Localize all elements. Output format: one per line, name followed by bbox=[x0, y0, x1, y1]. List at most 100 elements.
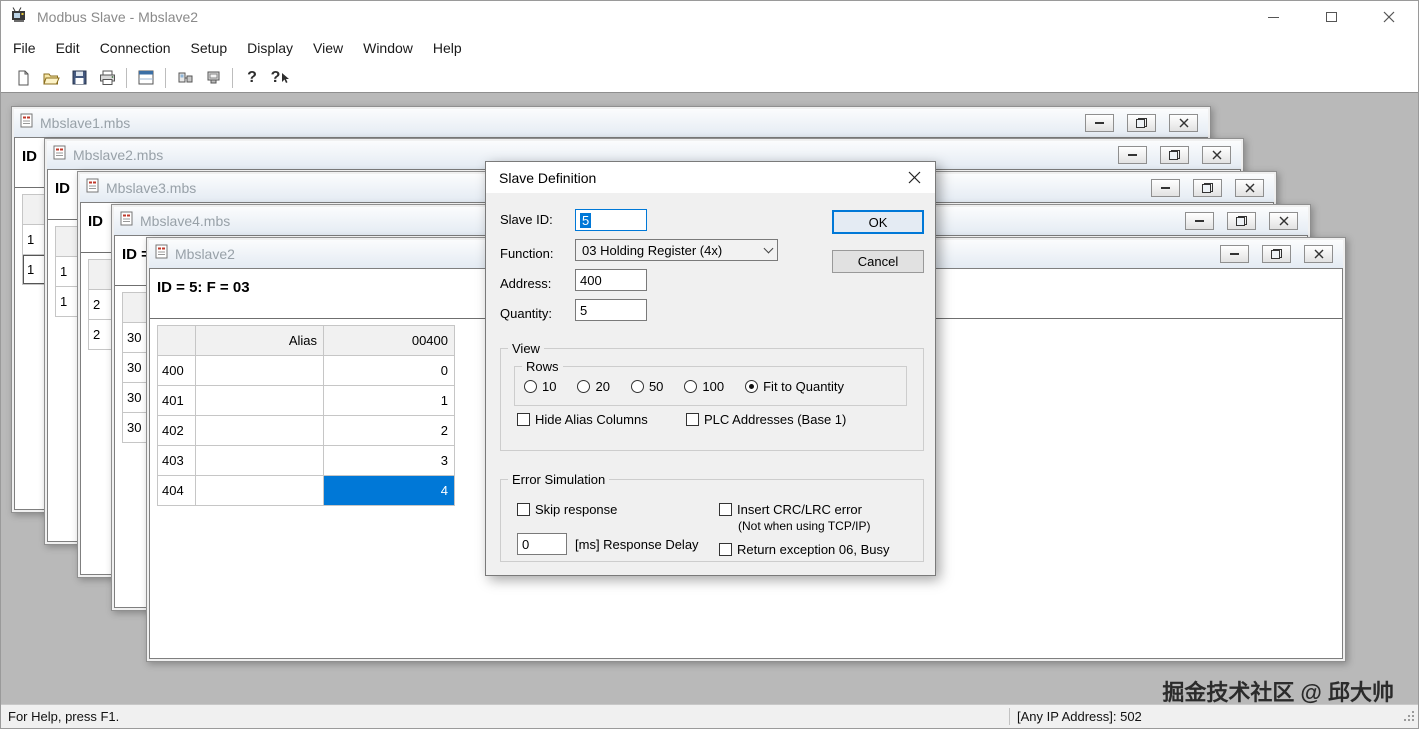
minimize-button[interactable] bbox=[1220, 245, 1249, 263]
minimize-button[interactable] bbox=[1151, 179, 1180, 197]
menu-view[interactable]: View bbox=[303, 35, 353, 61]
restore-button[interactable] bbox=[1227, 212, 1256, 230]
rows-radio-fit-to-quantity[interactable]: Fit to Quantity bbox=[745, 379, 844, 394]
maximize-icon bbox=[1325, 12, 1337, 22]
function-select[interactable]: 03 Holding Register (4x) bbox=[575, 239, 778, 261]
maximize-button[interactable] bbox=[1302, 1, 1360, 33]
minimize-button[interactable] bbox=[1085, 114, 1114, 132]
minimize-button[interactable] bbox=[1244, 1, 1302, 33]
dialog-close-button[interactable] bbox=[893, 162, 935, 193]
menu-display[interactable]: Display bbox=[237, 35, 303, 61]
minimize-button[interactable] bbox=[1118, 146, 1147, 164]
row-header[interactable]: 400 bbox=[157, 355, 196, 386]
alias-cell[interactable] bbox=[195, 355, 324, 386]
rows-radio-100[interactable]: 100 bbox=[684, 379, 724, 394]
address-input[interactable]: 400 bbox=[575, 269, 647, 291]
open-file-button[interactable] bbox=[37, 65, 65, 90]
checkbox-label: PLC Addresses (Base 1) bbox=[704, 412, 847, 427]
restore-button[interactable] bbox=[1193, 179, 1222, 197]
restore-button[interactable] bbox=[1127, 114, 1156, 132]
close-button[interactable] bbox=[1235, 179, 1264, 197]
quantity-label: Quantity: bbox=[500, 306, 553, 321]
minimize-button[interactable] bbox=[1185, 212, 1214, 230]
checkbox-label: Hide Alias Columns bbox=[535, 412, 648, 427]
app-icon bbox=[11, 6, 29, 28]
dialog-titlebar[interactable]: Slave Definition bbox=[486, 162, 935, 193]
radio-selected-icon bbox=[745, 379, 759, 393]
menu-window[interactable]: Window bbox=[353, 35, 423, 61]
value-cell[interactable]: 0 bbox=[323, 355, 455, 386]
document-icon bbox=[86, 178, 99, 198]
ok-button[interactable]: OK bbox=[832, 210, 924, 234]
communication-log-button[interactable] bbox=[199, 65, 227, 90]
rows-radio-strip: 10 20 50 100 Fit to Quantity bbox=[524, 367, 844, 405]
slave-id-value: 5 bbox=[580, 212, 592, 228]
table-row: 404 4 bbox=[157, 475, 455, 506]
restore-button[interactable] bbox=[1262, 245, 1291, 263]
app-titlebar[interactable]: Modbus Slave - Mbslave2 bbox=[1, 1, 1418, 33]
window-title: Mbslave4.mbs bbox=[140, 213, 231, 229]
print-button[interactable] bbox=[93, 65, 121, 90]
resize-grip[interactable] bbox=[1402, 709, 1416, 726]
close-button[interactable] bbox=[1202, 146, 1231, 164]
rows-radio-10[interactable]: 10 bbox=[524, 379, 556, 394]
child-titlebar[interactable]: Mbslave1.mbs bbox=[14, 109, 1208, 137]
restore-button[interactable] bbox=[1160, 146, 1189, 164]
window-title: Mbslave2 bbox=[175, 246, 235, 262]
row-header[interactable]: 403 bbox=[157, 445, 196, 476]
menu-file[interactable]: File bbox=[3, 35, 46, 61]
plc-addresses-checkbox[interactable]: PLC Addresses (Base 1) bbox=[686, 412, 846, 427]
printer-icon bbox=[99, 70, 115, 85]
alias-cell[interactable] bbox=[195, 385, 324, 416]
cancel-button[interactable]: Cancel bbox=[832, 250, 924, 273]
table-row: 401 1 bbox=[157, 385, 455, 416]
value-cell[interactable]: 3 bbox=[323, 445, 455, 476]
slave-definition-button[interactable] bbox=[132, 65, 160, 90]
quantity-input[interactable]: 5 bbox=[575, 299, 647, 321]
slave-id-input[interactable]: 5 bbox=[575, 209, 647, 231]
alias-cell[interactable] bbox=[195, 475, 324, 506]
menu-help[interactable]: Help bbox=[423, 35, 472, 61]
rows-radio-50[interactable]: 50 bbox=[630, 379, 663, 394]
close-icon bbox=[1212, 150, 1221, 160]
menu-connection[interactable]: Connection bbox=[90, 35, 181, 61]
close-button[interactable] bbox=[1304, 245, 1333, 263]
selected-value-cell[interactable]: 4 bbox=[323, 475, 455, 506]
close-icon bbox=[1383, 11, 1395, 23]
checkbox-label: Return exception 06, Busy bbox=[737, 542, 890, 557]
menu-edit[interactable]: Edit bbox=[46, 35, 90, 61]
help-button[interactable]: ? bbox=[238, 65, 266, 90]
value-cell[interactable]: 1 bbox=[323, 385, 455, 416]
minimize-icon bbox=[1267, 16, 1279, 18]
table-row: 400 0 bbox=[157, 355, 455, 386]
value-column-header[interactable]: 00400 bbox=[323, 325, 455, 356]
menu-setup[interactable]: Setup bbox=[181, 35, 238, 61]
insert-crc-error-checkbox[interactable]: Insert CRC/LRC error bbox=[719, 502, 862, 517]
value-cell[interactable]: 2 bbox=[323, 415, 455, 446]
save-file-button[interactable] bbox=[65, 65, 93, 90]
restore-icon bbox=[1271, 249, 1282, 259]
row-header[interactable]: 404 bbox=[157, 475, 196, 506]
row-header[interactable]: 402 bbox=[157, 415, 196, 446]
close-button[interactable] bbox=[1269, 212, 1298, 230]
response-delay-input[interactable]: 0 bbox=[517, 533, 567, 555]
table-row: 403 3 bbox=[157, 445, 455, 476]
function-value: 03 Holding Register (4x) bbox=[582, 242, 723, 258]
alias-cell[interactable] bbox=[195, 445, 324, 476]
delay-value: 0 bbox=[522, 536, 530, 552]
new-file-button[interactable] bbox=[9, 65, 37, 90]
hide-alias-columns-checkbox[interactable]: Hide Alias Columns bbox=[517, 412, 648, 427]
alias-cell[interactable] bbox=[195, 415, 324, 446]
close-button[interactable] bbox=[1169, 114, 1198, 132]
rows-radio-20[interactable]: 20 bbox=[577, 379, 610, 394]
row-header[interactable]: 401 bbox=[157, 385, 196, 416]
return-exception-checkbox[interactable]: Return exception 06, Busy bbox=[719, 542, 889, 557]
skip-response-checkbox[interactable]: Skip response bbox=[517, 502, 617, 517]
register-table: Alias 00400 400 0 401 1 402 2 403 3 404 … bbox=[157, 325, 455, 506]
connection-setup-button[interactable] bbox=[171, 65, 199, 90]
close-button[interactable] bbox=[1360, 1, 1418, 33]
context-help-button[interactable]: ? bbox=[266, 65, 294, 90]
close-icon bbox=[908, 171, 920, 184]
alias-column-header[interactable]: Alias bbox=[195, 325, 324, 356]
radio-label: 10 bbox=[542, 378, 557, 394]
